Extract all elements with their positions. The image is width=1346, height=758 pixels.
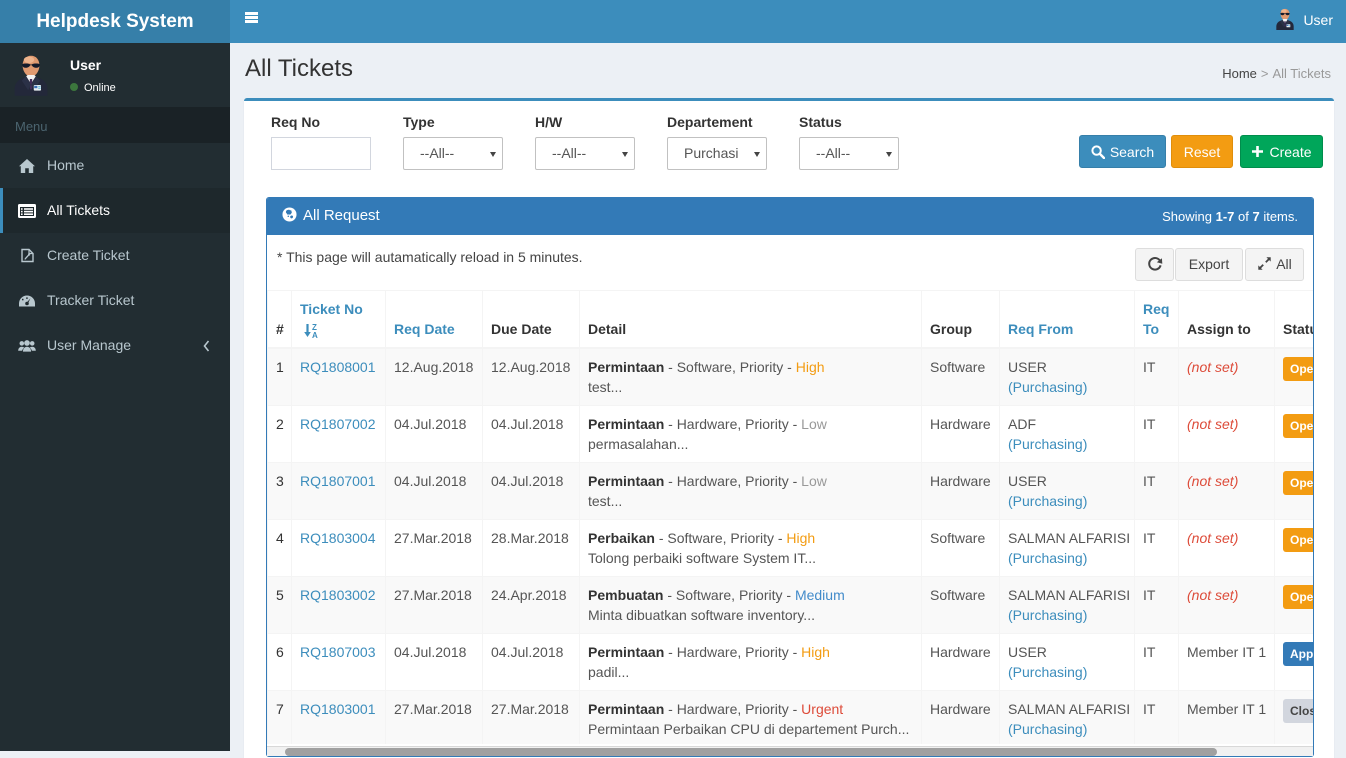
- svg-text:A: A: [312, 331, 318, 338]
